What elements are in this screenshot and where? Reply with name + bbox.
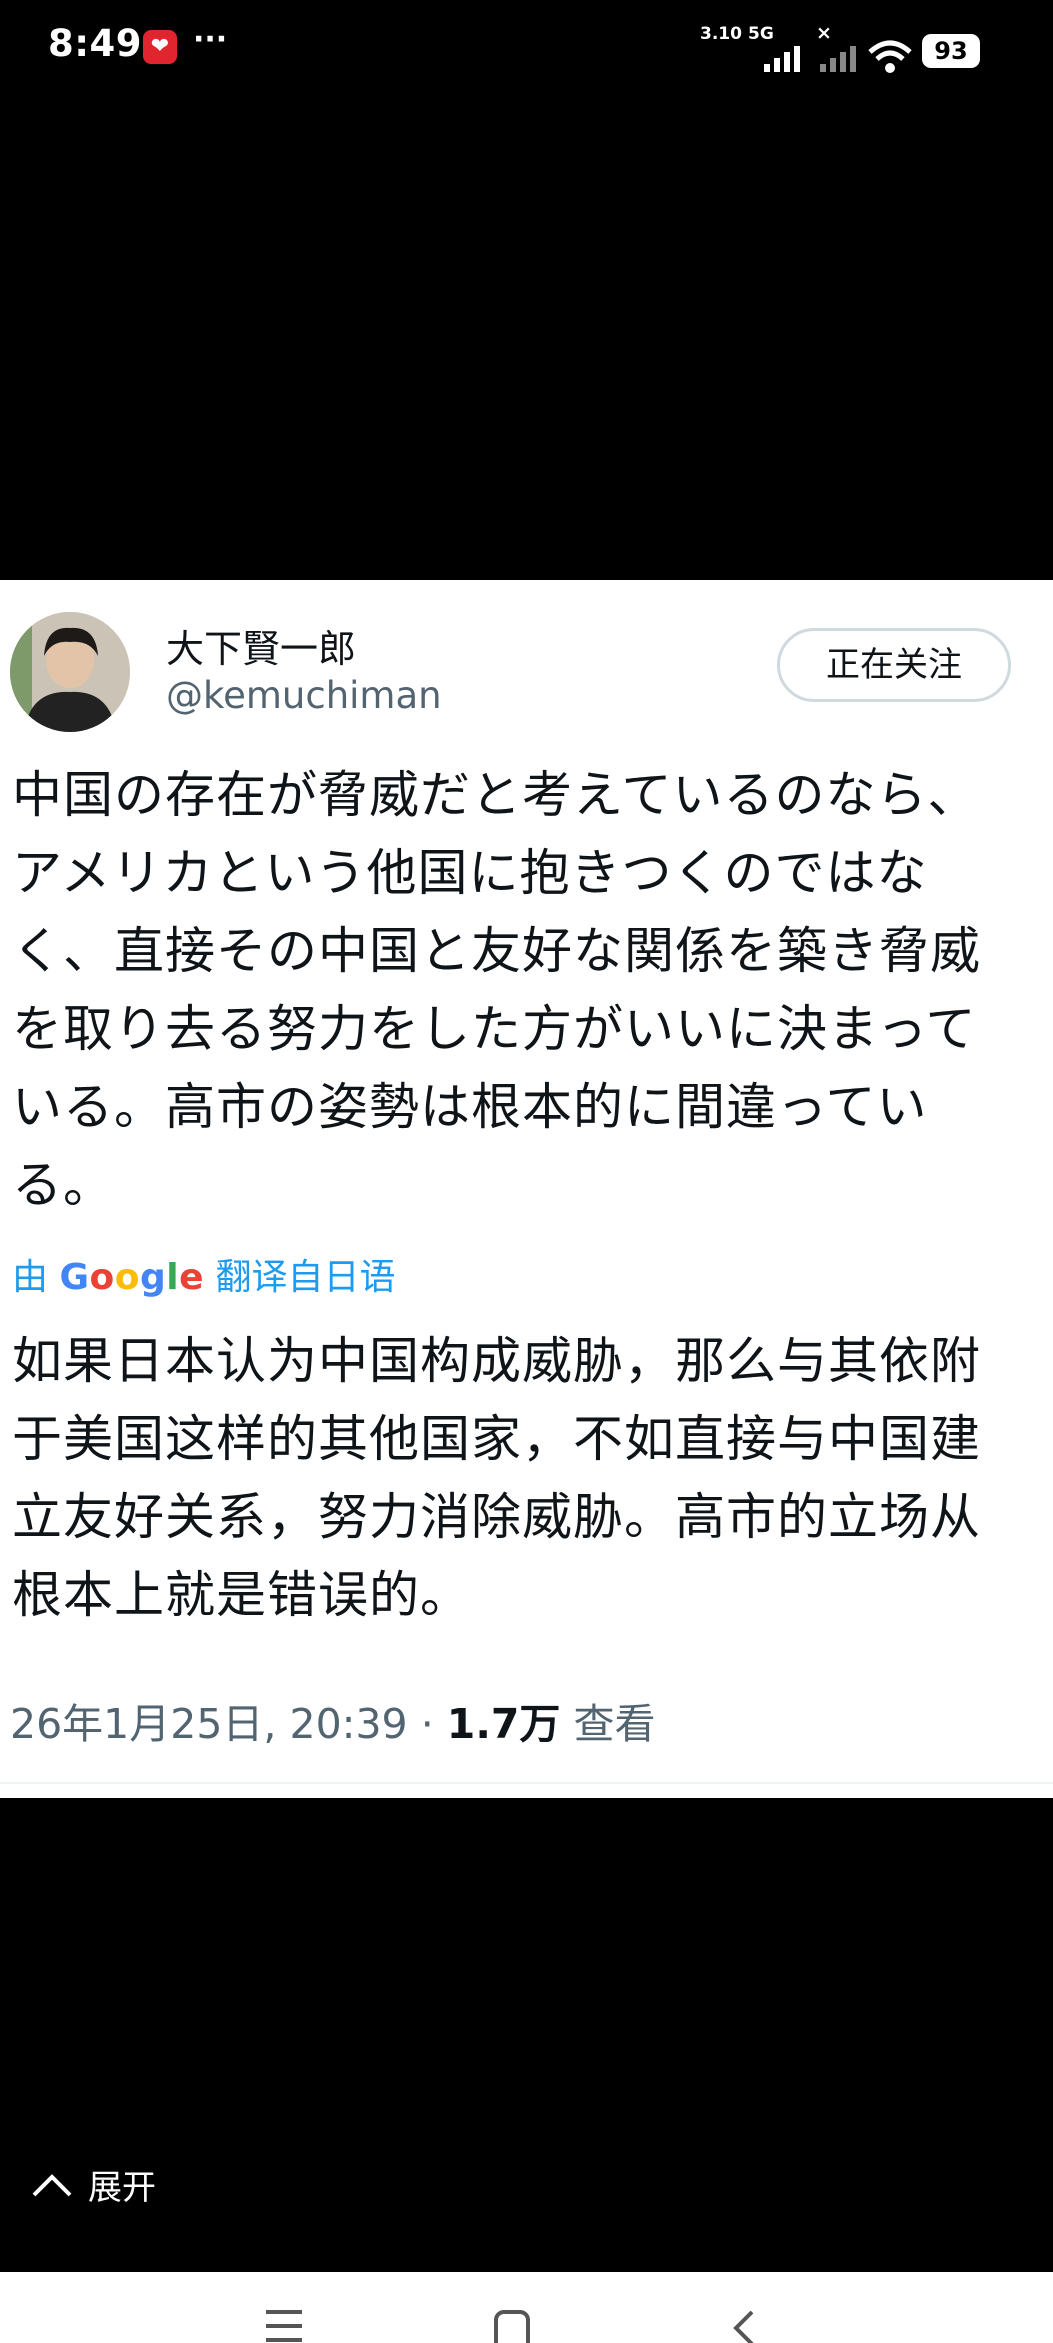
expand-button[interactable]: 展开 (30, 2160, 156, 2209)
wifi-icon (868, 40, 912, 73)
original-line: く、直接その中国と友好な関係を築き脅威 (12, 922, 981, 980)
display-name[interactable]: 大下賢一郎 (166, 618, 356, 673)
more-notifications-icon: ··· (193, 22, 228, 57)
views-count: 1.7万 (446, 1700, 561, 1748)
tweet-original-text: 中国の存在が脅威だと考えているのなら、 アメリカという他国に抱きつくのではな く… (12, 756, 1042, 1224)
views-label: 查看 (573, 1700, 656, 1748)
net-speed: 3.10 (700, 24, 742, 44)
user-handle[interactable]: @kemuchiman (166, 674, 442, 717)
following-button[interactable]: 正在关注 (777, 628, 1011, 702)
translated-line: 立友好关系，努力消除威胁。高市的立场从 (12, 1488, 981, 1546)
tweet-timestamp[interactable]: 26年1月25日, 20:39 (10, 1700, 408, 1748)
tweet-meta: 26年1月25日, 20:39 · 1.7万 查看 (10, 1690, 655, 1750)
screen: 8:49 ❤ ··· 3.10 5G × 93 大下賢一郎 @kemuchima… (0, 0, 1053, 2343)
avatar[interactable] (10, 612, 130, 732)
avatar-image (10, 612, 130, 732)
original-line: いる。高市の姿勢は根本的に間違ってい (12, 1078, 928, 1136)
no-signal-mark-icon: × (816, 22, 832, 44)
status-indicators: 3.10 5G × 93 (700, 22, 1000, 73)
original-line: を取り去る努力をした方がいいに決まって (12, 1000, 977, 1058)
tweet-card[interactable]: 大下賢一郎 @kemuchiman 正在关注 中国の存在が脅威だと考えているのな… (0, 580, 1053, 1798)
home-icon[interactable] (492, 2310, 532, 2343)
status-bar: 8:49 ❤ ··· 3.10 5G × 93 (0, 0, 1053, 96)
meta-separator: · (420, 1700, 434, 1748)
network-type: 5G (748, 24, 774, 44)
original-line: アメリカという他国に抱きつくのではな (12, 844, 928, 902)
menu-icon[interactable] (262, 2310, 306, 2343)
tweet-translated-text: 如果日本认为中国构成威胁，那么与其依附 于美国这样的其他国家，不如直接与中国建 … (12, 1322, 1047, 1634)
chevron-up-icon (32, 2173, 72, 2196)
google-logo: Google (59, 1257, 205, 1298)
status-time: 8:49 (48, 22, 143, 65)
expand-label: 展开 (88, 2168, 156, 2208)
battery-level: 93 (922, 34, 980, 68)
original-line: 中国の存在が脅威だと考えているのなら、 (12, 766, 979, 824)
signal-icon (764, 46, 800, 72)
translation-suffix: 翻译自日语 (215, 1257, 396, 1298)
translated-line: 根本上就是错误的。 (12, 1566, 471, 1624)
back-icon[interactable] (728, 2310, 760, 2343)
translated-line: 如果日本认为中国构成威胁，那么与其依附 (12, 1332, 981, 1390)
translation-prefix: 由 (12, 1257, 49, 1298)
signal-secondary-icon (820, 46, 856, 72)
divider (0, 1782, 1053, 1784)
app-badge-icon: ❤ (143, 30, 177, 64)
original-line: る。 (12, 1156, 114, 1214)
translated-line: 于美国这样的其他国家，不如直接与中国建 (12, 1410, 981, 1468)
system-nav-bar (0, 2272, 1053, 2343)
translation-attribution[interactable]: 由 Google 翻译自日语 (12, 1248, 396, 1300)
